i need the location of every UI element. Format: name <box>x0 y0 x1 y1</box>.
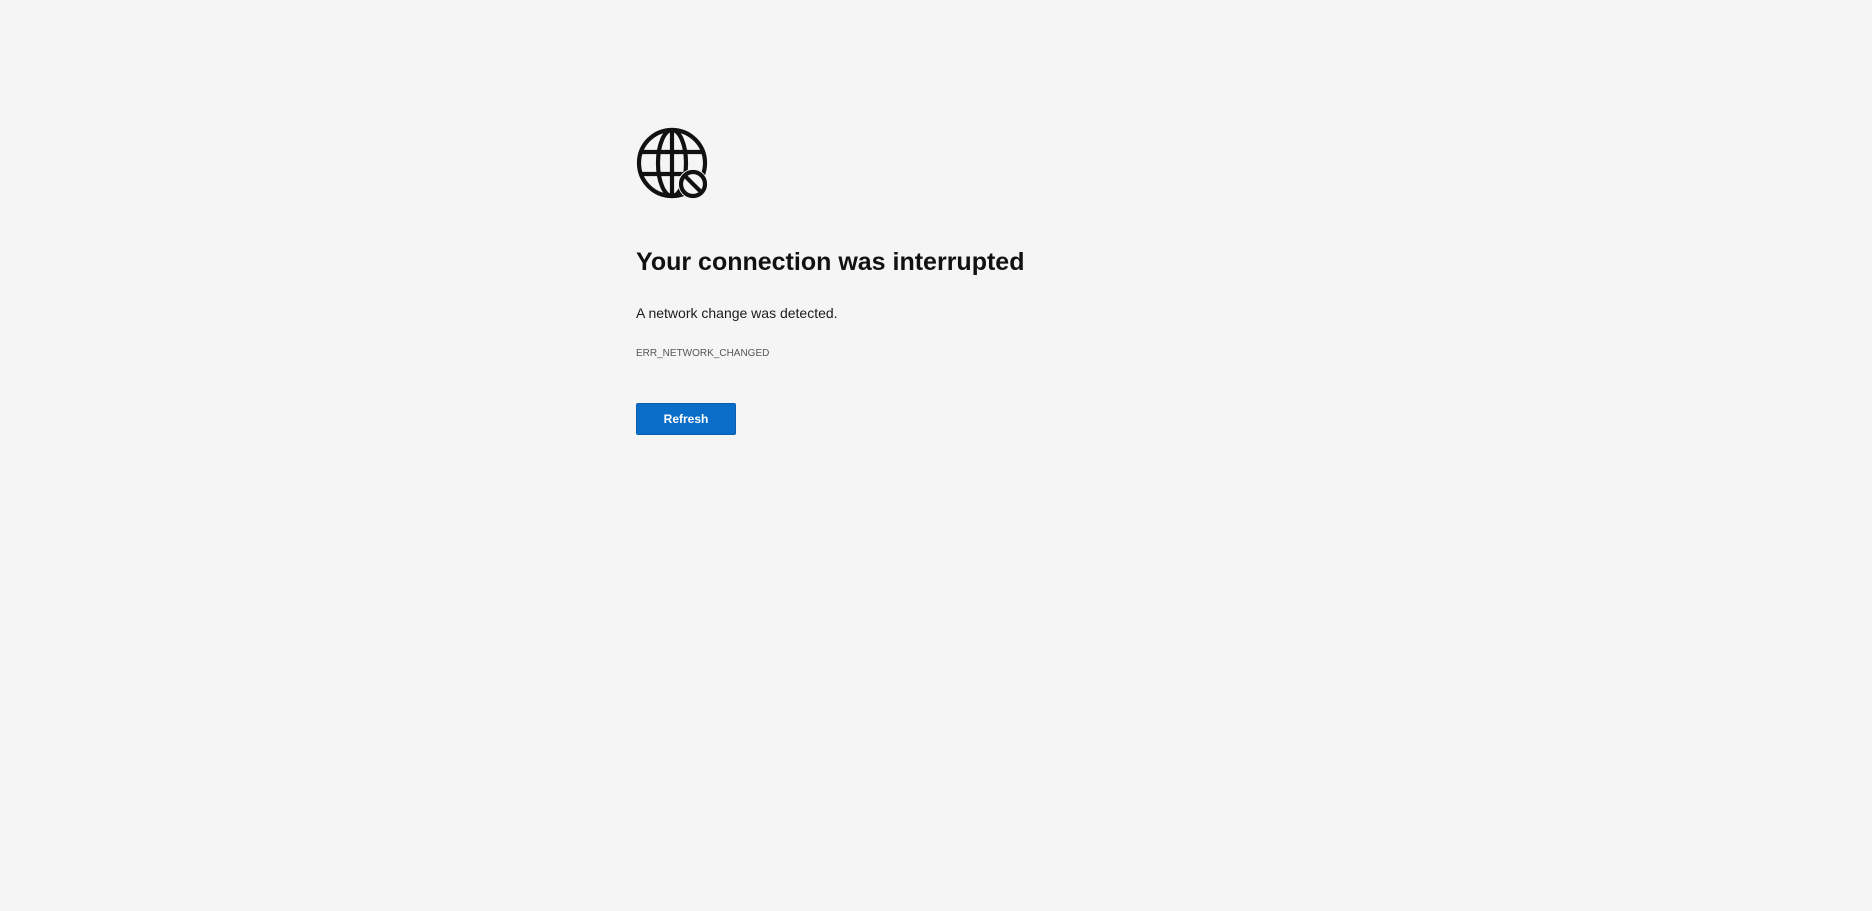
error-message: A network change was detected. <box>636 305 838 321</box>
error-page: Your connection was interrupted A networ… <box>0 0 1872 911</box>
error-content: Your connection was interrupted A networ… <box>636 127 1336 435</box>
globe-blocked-icon <box>636 127 710 201</box>
page-title: Your connection was interrupted <box>636 248 1025 276</box>
error-code: ERR_NETWORK_CHANGED <box>636 348 770 359</box>
refresh-button[interactable]: Refresh <box>636 403 736 435</box>
